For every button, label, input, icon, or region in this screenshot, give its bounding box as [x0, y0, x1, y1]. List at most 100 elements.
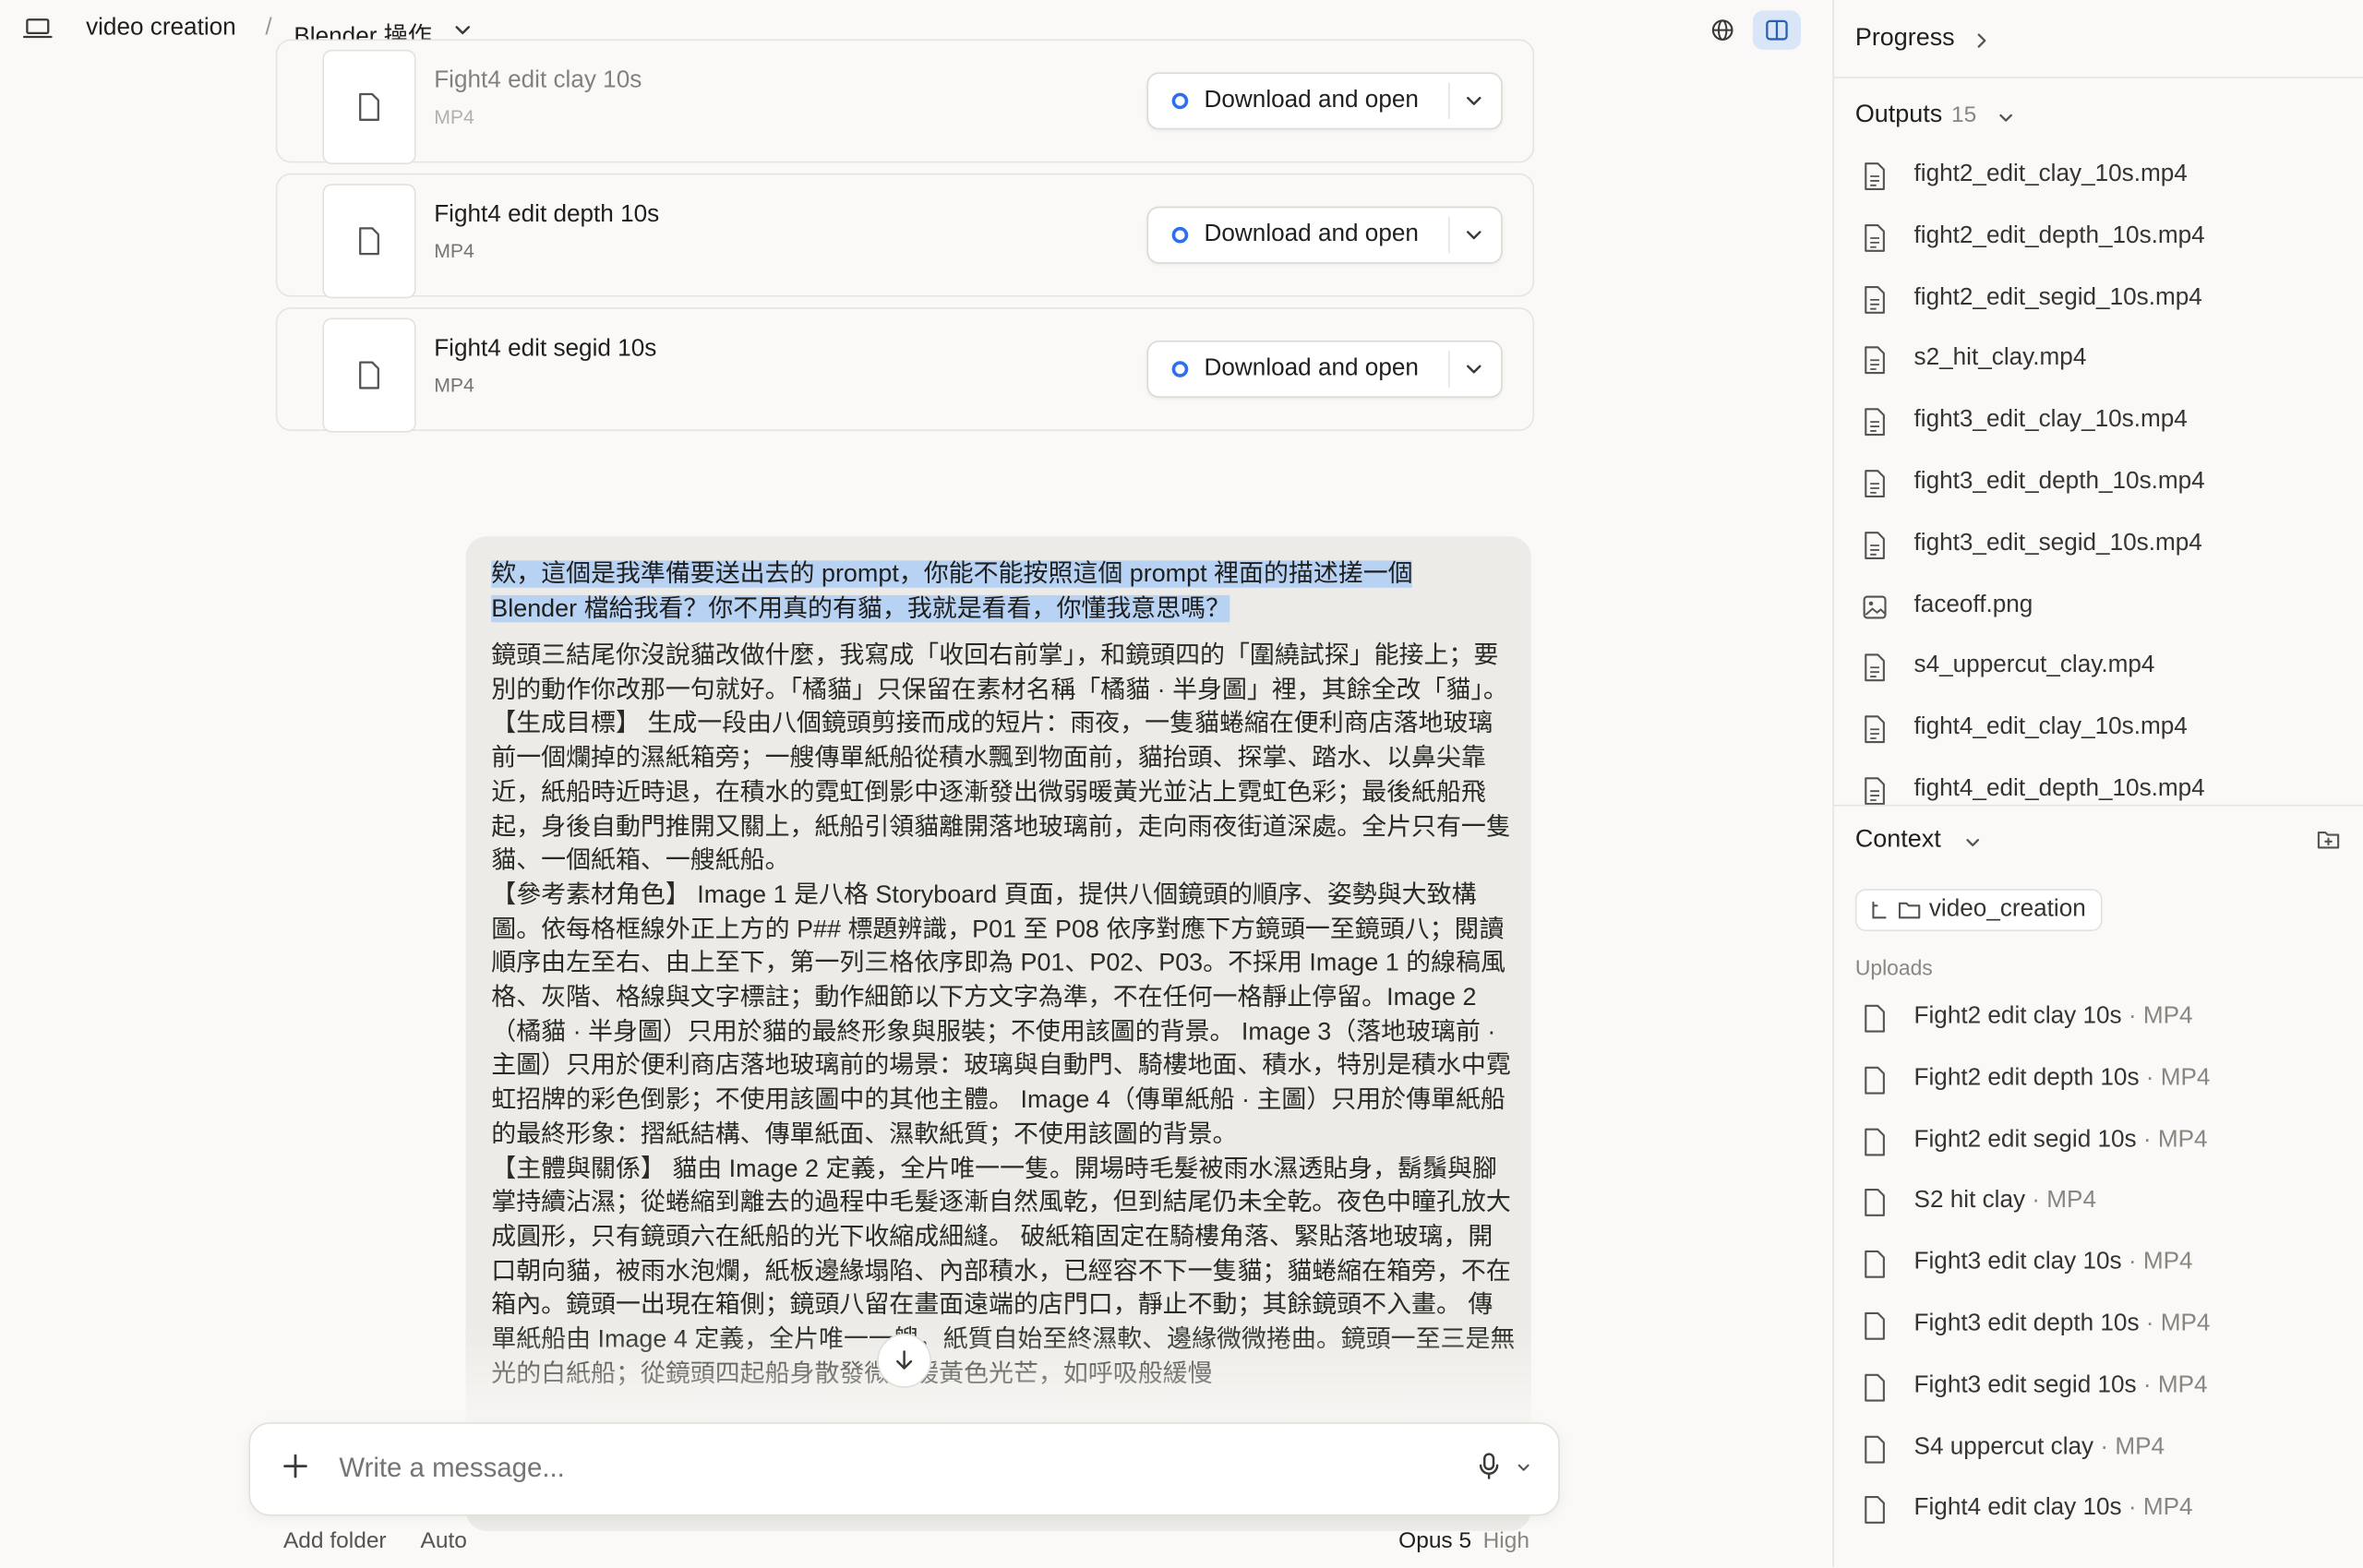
effort-selector[interactable]: High — [1483, 1528, 1529, 1554]
output-file-name: fight3_edit_depth_10s.mp4 — [1913, 468, 2205, 495]
chevron-down-icon[interactable] — [1462, 357, 1486, 381]
chevron-down-icon[interactable] — [1462, 89, 1486, 113]
output-file-item[interactable]: fight4_edit_clay_10s.mp4 — [1861, 709, 2343, 754]
output-file-item[interactable]: faceoff.png — [1861, 585, 2343, 630]
download-button[interactable]: Download and open — [1146, 206, 1503, 264]
upload-file-name: S4 uppercut clay — [1913, 1433, 2094, 1460]
chevron-right-icon[interactable] — [1973, 30, 1991, 52]
upload-file-kind: MP4 — [2157, 1372, 2208, 1398]
upload-file-item[interactable]: Fight2 edit segid 10s · MP4 — [1861, 1120, 2343, 1166]
context-header[interactable]: Context — [1855, 826, 1941, 855]
breadcrumb-separator: / — [265, 15, 272, 42]
mode-selector[interactable]: Auto — [421, 1528, 467, 1554]
output-file-item[interactable]: fight2_edit_clay_10s.mp4 — [1861, 155, 2343, 200]
upload-separator: · — [2025, 1188, 2047, 1214]
download-label: Download and open — [1204, 355, 1419, 382]
upload-file-item[interactable]: Fight3 edit depth 10s · MP4 — [1861, 1305, 2343, 1350]
file-kind: MP4 — [434, 105, 474, 128]
doc-icon — [1861, 407, 1888, 445]
upload-file-item[interactable]: S4 uppercut clay · MP4 — [1861, 1428, 2343, 1473]
file-thumbnail — [322, 49, 416, 164]
chevron-down-icon[interactable] — [1963, 833, 1982, 852]
chevron-down-icon[interactable] — [1462, 223, 1486, 247]
upload-file-label: S2 hit clay · MP4 — [1914, 1188, 2096, 1215]
output-file-name: fight2_edit_clay_10s.mp4 — [1913, 161, 2188, 187]
breadcrumb-project[interactable]: video creation — [86, 15, 236, 42]
upload-file-item[interactable]: Fight2 edit depth 10s · MP4 — [1861, 1059, 2343, 1104]
microphone-icon[interactable] — [1474, 1451, 1505, 1481]
upload-separator: · — [2121, 1003, 2143, 1030]
download-button[interactable]: Download and open — [1146, 340, 1503, 399]
doc-icon — [1861, 284, 1888, 322]
upload-file-item[interactable]: S2 hit clay · MP4 — [1861, 1182, 2343, 1227]
doc-icon — [1861, 714, 1888, 752]
add-folder-icon[interactable] — [2316, 827, 2340, 851]
output-file-item[interactable]: fight3_edit_depth_10s.mp4 — [1861, 462, 2343, 508]
chevron-down-icon[interactable] — [452, 19, 474, 41]
output-file-name: fight4_edit_clay_10s.mp4 — [1913, 714, 2188, 740]
scroll-to-bottom-button[interactable] — [877, 1333, 932, 1388]
arrow-down-icon — [896, 1350, 913, 1370]
laptop-icon[interactable] — [22, 17, 53, 41]
doc-icon — [1861, 346, 1888, 384]
output-file-item[interactable]: s4_uppercut_clay.mp4 — [1861, 647, 2343, 692]
context-folder-chip[interactable]: video_creation — [1854, 889, 2103, 932]
main-panel: video creation / Blender 操作 Fight4 edit … — [0, 0, 1832, 1567]
message-selected-text[interactable]: 欸，這個是我準備要送出去的 prompt，你能不能按照這個 prompt 裡面的… — [491, 557, 1486, 626]
upload-file-label: Fight3 edit clay 10s · MP4 — [1914, 1250, 2193, 1276]
button-divider — [1448, 82, 1450, 119]
file-kind: MP4 — [434, 239, 474, 263]
context-label: Context — [1854, 825, 1941, 854]
outputs-header[interactable]: Outputs 15 — [1855, 101, 1976, 129]
output-file-item[interactable]: fight2_edit_depth_10s.mp4 — [1861, 217, 2343, 262]
folder-icon — [1898, 902, 1921, 919]
upload-file-item[interactable]: Fight3 edit segid 10s · MP4 — [1861, 1367, 2343, 1412]
doc-icon — [359, 361, 379, 389]
doc-icon — [1861, 653, 1888, 691]
outputs-count: 15 — [1951, 102, 1977, 128]
add-folder-button[interactable]: Add folder — [283, 1528, 387, 1554]
bracket-icon — [1872, 901, 1887, 919]
model-selector[interactable]: Opus 5 — [1398, 1528, 1471, 1554]
download-label: Download and open — [1204, 221, 1419, 247]
doc-icon — [359, 92, 379, 121]
progress-label: Progress — [1854, 24, 1955, 52]
message-input[interactable] — [336, 1451, 1397, 1486]
upload-file-kind: MP4 — [2046, 1188, 2096, 1214]
file-thumbnail — [322, 184, 416, 299]
doc-icon — [1861, 1065, 1888, 1103]
upload-file-item[interactable]: Fight2 edit clay 10s · MP4 — [1861, 998, 2343, 1043]
file-card[interactable]: Fight4 edit clay 10s MP4 Download and op… — [275, 39, 1535, 164]
output-file-item[interactable]: fight3_edit_segid_10s.mp4 — [1861, 524, 2343, 569]
file-card[interactable]: Fight4 edit segid 10s MP4 Download and o… — [275, 307, 1535, 433]
download-button[interactable]: Download and open — [1146, 72, 1503, 130]
file-kind: MP4 — [434, 373, 474, 397]
doc-icon — [1861, 222, 1888, 260]
upload-file-label: Fight2 edit clay 10s · MP4 — [1914, 1003, 2193, 1030]
panel-toggle-icon[interactable] — [1752, 10, 1802, 50]
output-file-item[interactable]: s2_hit_clay.mp4 — [1861, 340, 2343, 385]
context-folder-name: video_creation — [1928, 896, 2086, 923]
chevron-down-icon[interactable] — [1515, 1458, 1533, 1477]
doc-icon — [1861, 530, 1888, 568]
output-file-name: fight2_edit_segid_10s.mp4 — [1913, 283, 2202, 310]
upload-file-name: Fight2 edit depth 10s — [1913, 1064, 2140, 1091]
message-composer[interactable] — [248, 1422, 1560, 1516]
output-file-item[interactable]: fight3_edit_clay_10s.mp4 — [1861, 401, 2343, 447]
upload-file-kind: MP4 — [2115, 1433, 2165, 1460]
search-app-icon — [1171, 92, 1189, 110]
output-file-name: fight3_edit_segid_10s.mp4 — [1913, 530, 2202, 557]
file-card[interactable]: Fight4 edit depth 10s MP4 Download and o… — [275, 173, 1535, 299]
upload-file-item[interactable]: Fight4 edit clay 10s · MP4 — [1861, 1490, 2343, 1535]
doc-icon — [1861, 1372, 1888, 1410]
globe-icon[interactable] — [1698, 10, 1746, 49]
upload-file-label: Fight2 edit depth 10s · MP4 — [1914, 1065, 2211, 1092]
doc-icon — [1861, 1188, 1888, 1226]
plus-icon[interactable] — [281, 1451, 311, 1481]
chevron-down-icon[interactable] — [1997, 109, 2015, 127]
progress-header[interactable]: Progress — [1855, 24, 1955, 53]
upload-file-name: Fight4 edit clay 10s — [1913, 1495, 2122, 1522]
output-file-item[interactable]: fight2_edit_segid_10s.mp4 — [1861, 278, 2343, 323]
output-file-name: faceoff.png — [1913, 591, 2033, 617]
upload-file-item[interactable]: Fight3 edit clay 10s · MP4 — [1861, 1243, 2343, 1288]
